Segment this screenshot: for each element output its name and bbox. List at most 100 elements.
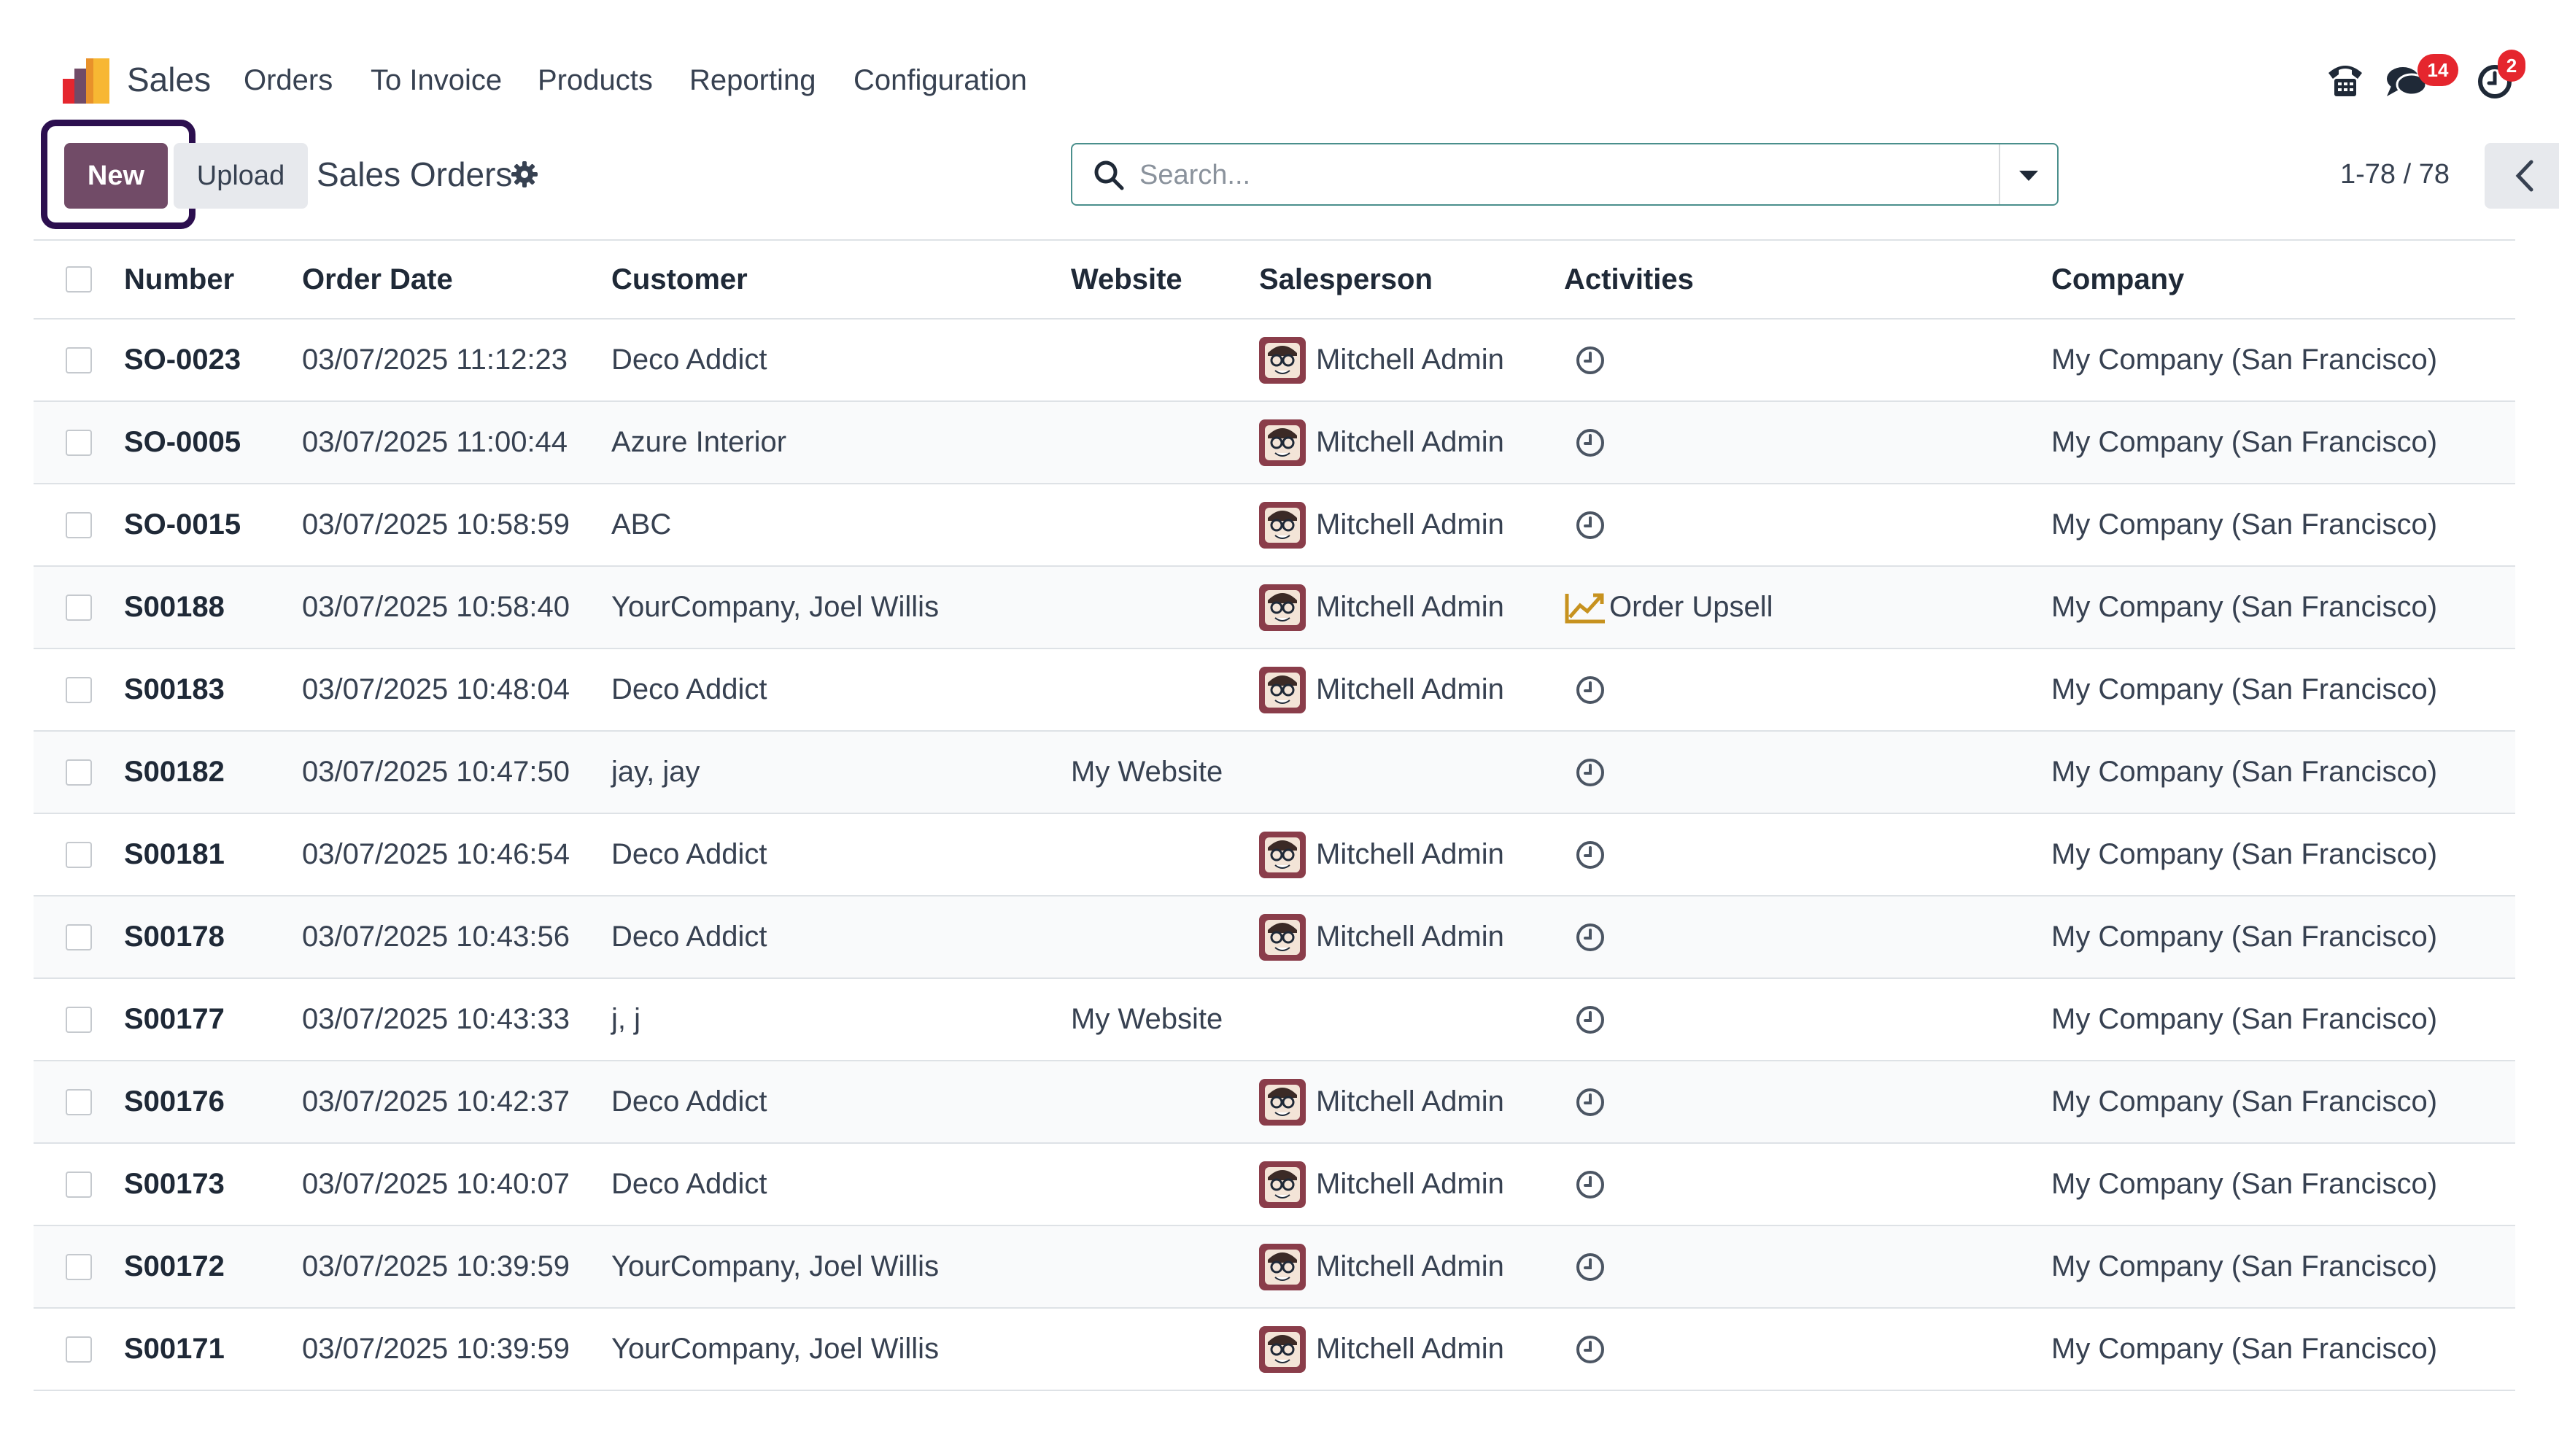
activity-clock-icon[interactable] xyxy=(1574,1169,1606,1201)
search-input[interactable] xyxy=(1138,144,1965,206)
customer: jay, jay xyxy=(611,756,700,788)
caret-down-icon xyxy=(2019,171,2038,181)
activity-cell[interactable] xyxy=(1574,814,1606,895)
activity-clock-icon[interactable] xyxy=(1574,1004,1606,1036)
activity-clock-icon[interactable] xyxy=(1574,674,1606,706)
column-company[interactable]: Company xyxy=(2051,241,2184,318)
column-customer[interactable]: Customer xyxy=(611,241,748,318)
activity-cell[interactable] xyxy=(1574,1061,1606,1142)
table-row[interactable]: S00183 03/07/2025 10:48:04 Deco Addict Mitc… xyxy=(34,649,2515,732)
row-checkbox[interactable] xyxy=(66,1006,92,1033)
activity-cell[interactable] xyxy=(1574,320,1606,400)
row-checkbox[interactable] xyxy=(66,346,92,373)
activity-cell[interactable] xyxy=(1574,897,1606,977)
salesperson[interactable]: Mitchell Admin xyxy=(1259,814,1504,895)
activity-cell[interactable] xyxy=(1574,1144,1606,1225)
activity-cell[interactable] xyxy=(1574,649,1606,730)
table-row[interactable]: S00176 03/07/2025 10:42:37 Deco Addict Mitc… xyxy=(34,1061,2515,1144)
row-checkbox[interactable] xyxy=(66,1171,92,1198)
company: My Company (San Francisco) xyxy=(2051,1085,2438,1118)
row-checkbox[interactable] xyxy=(66,594,92,621)
search-bar xyxy=(1071,143,2059,206)
menu-orders[interactable]: Orders xyxy=(244,64,333,97)
menu-to-invoice[interactable]: To Invoice xyxy=(371,64,502,97)
activity-cell[interactable] xyxy=(1574,1309,1606,1390)
sales-app-logo[interactable] xyxy=(61,57,111,104)
activity-cell[interactable] xyxy=(1574,979,1606,1060)
order-number: SO-0015 xyxy=(124,508,241,541)
row-checkbox[interactable] xyxy=(66,1253,92,1280)
salesperson-avatar xyxy=(1259,1078,1306,1126)
activity-clock-icon[interactable] xyxy=(1574,921,1606,953)
table-row[interactable]: SO-0015 03/07/2025 10:58:59 ABC Mitchell Ad… xyxy=(34,484,2515,567)
activity-clock-icon[interactable] xyxy=(1574,427,1606,459)
salesperson-name: Mitchell Admin xyxy=(1316,591,1504,623)
activity-clock-icon[interactable] xyxy=(1574,1251,1606,1283)
app-name[interactable]: Sales xyxy=(127,60,211,99)
row-checkbox[interactable] xyxy=(66,841,92,868)
salesperson[interactable]: Mitchell Admin xyxy=(1259,567,1504,648)
table-row[interactable]: S00178 03/07/2025 10:43:56 Deco Addict Mitc… xyxy=(34,897,2515,979)
table-row[interactable]: S00177 03/07/2025 10:43:33 j, j My Website M… xyxy=(34,979,2515,1061)
select-all-checkbox[interactable] xyxy=(66,266,92,293)
page-title[interactable]: Sales Orders xyxy=(317,155,512,194)
activity-cell[interactable] xyxy=(1574,1226,1606,1307)
gear-icon[interactable] xyxy=(511,160,538,188)
menu-products[interactable]: Products xyxy=(538,64,653,97)
column-website[interactable]: Website xyxy=(1071,241,1182,318)
salesperson[interactable]: Mitchell Admin xyxy=(1259,484,1504,565)
table-row[interactable]: S00188 03/07/2025 10:58:40 YourCompany, Jo… xyxy=(34,567,2515,649)
activity-clock-icon[interactable] xyxy=(1574,1333,1606,1366)
row-checkbox[interactable] xyxy=(66,511,92,538)
salesperson[interactable]: Mitchell Admin xyxy=(1259,1061,1504,1142)
highlight-box xyxy=(41,120,195,229)
salesperson[interactable]: Mitchell Admin xyxy=(1259,1226,1504,1307)
menu-reporting[interactable]: Reporting xyxy=(689,64,816,97)
search-options-toggle[interactable] xyxy=(1999,144,2057,204)
activity-clock-icon[interactable] xyxy=(1574,839,1606,871)
upload-button[interactable]: Upload xyxy=(174,143,308,209)
row-checkbox[interactable] xyxy=(66,429,92,456)
table-row[interactable]: S00173 03/07/2025 10:40:07 Deco Addict Mitc… xyxy=(34,1144,2515,1226)
phone-icon[interactable] xyxy=(2324,57,2366,101)
order-number: SO-0005 xyxy=(124,426,241,458)
column-salesperson[interactable]: Salesperson xyxy=(1259,241,1433,318)
salesperson[interactable]: Mitchell Admin xyxy=(1259,897,1504,977)
activity-clock-icon[interactable] xyxy=(1574,509,1606,541)
salesperson[interactable]: Mitchell Admin xyxy=(1259,402,1504,483)
activity-cell[interactable] xyxy=(1574,732,1606,813)
table-row[interactable]: S00182 03/07/2025 10:47:50 jay, jay My Webs… xyxy=(34,732,2515,814)
activity-clock-icon[interactable] xyxy=(1574,344,1606,376)
column-activities[interactable]: Activities xyxy=(1564,241,1694,318)
row-checkbox[interactable] xyxy=(66,923,92,950)
salesperson-name: Mitchell Admin xyxy=(1316,1168,1504,1200)
salesperson[interactable]: Mitchell Admin xyxy=(1259,320,1504,400)
table-row[interactable]: S00181 03/07/2025 10:46:54 Deco Addict Mitc… xyxy=(34,814,2515,897)
row-checkbox[interactable] xyxy=(66,676,92,703)
row-checkbox[interactable] xyxy=(66,1336,92,1363)
activity-summary[interactable]: Order Upsell xyxy=(1564,567,1773,648)
pager-value[interactable]: 1-78 / 78 xyxy=(2340,159,2450,190)
order-number: S00177 xyxy=(124,1003,225,1035)
activity-cell[interactable] xyxy=(1574,402,1606,483)
table-row[interactable]: SO-0023 03/07/2025 11:12:23 Deco Addict Mit… xyxy=(34,320,2515,402)
salesperson[interactable]: Mitchell Admin xyxy=(1259,1144,1504,1225)
row-checkbox[interactable] xyxy=(66,1088,92,1115)
table-row[interactable]: S00171 03/07/2025 10:39:59 YourCompany, Jo… xyxy=(34,1309,2515,1391)
activity-cell[interactable] xyxy=(1574,484,1606,565)
salesperson[interactable]: Mitchell Admin xyxy=(1259,1309,1504,1390)
table-row[interactable]: SO-0005 03/07/2025 11:00:44 Azure Interior… xyxy=(34,402,2515,484)
activity-clock-icon[interactable] xyxy=(1574,1086,1606,1118)
salesperson-name: Mitchell Admin xyxy=(1316,344,1504,376)
row-checkbox[interactable] xyxy=(66,759,92,786)
salesperson[interactable]: Mitchell Admin xyxy=(1259,649,1504,730)
menu-configuration[interactable]: Configuration xyxy=(853,64,1027,97)
activity-clock-icon[interactable] xyxy=(1574,756,1606,789)
column-number[interactable]: Number xyxy=(124,241,234,318)
customer: YourCompany, Joel Willis xyxy=(611,1250,940,1282)
messages-badge: 14 xyxy=(2417,54,2458,86)
table-row[interactable]: S00172 03/07/2025 10:39:59 YourCompany, Jo… xyxy=(34,1226,2515,1309)
salesperson-avatar xyxy=(1259,1325,1306,1373)
column-order-date[interactable]: Order Date xyxy=(302,241,453,318)
pager-previous-button[interactable] xyxy=(2485,143,2559,209)
